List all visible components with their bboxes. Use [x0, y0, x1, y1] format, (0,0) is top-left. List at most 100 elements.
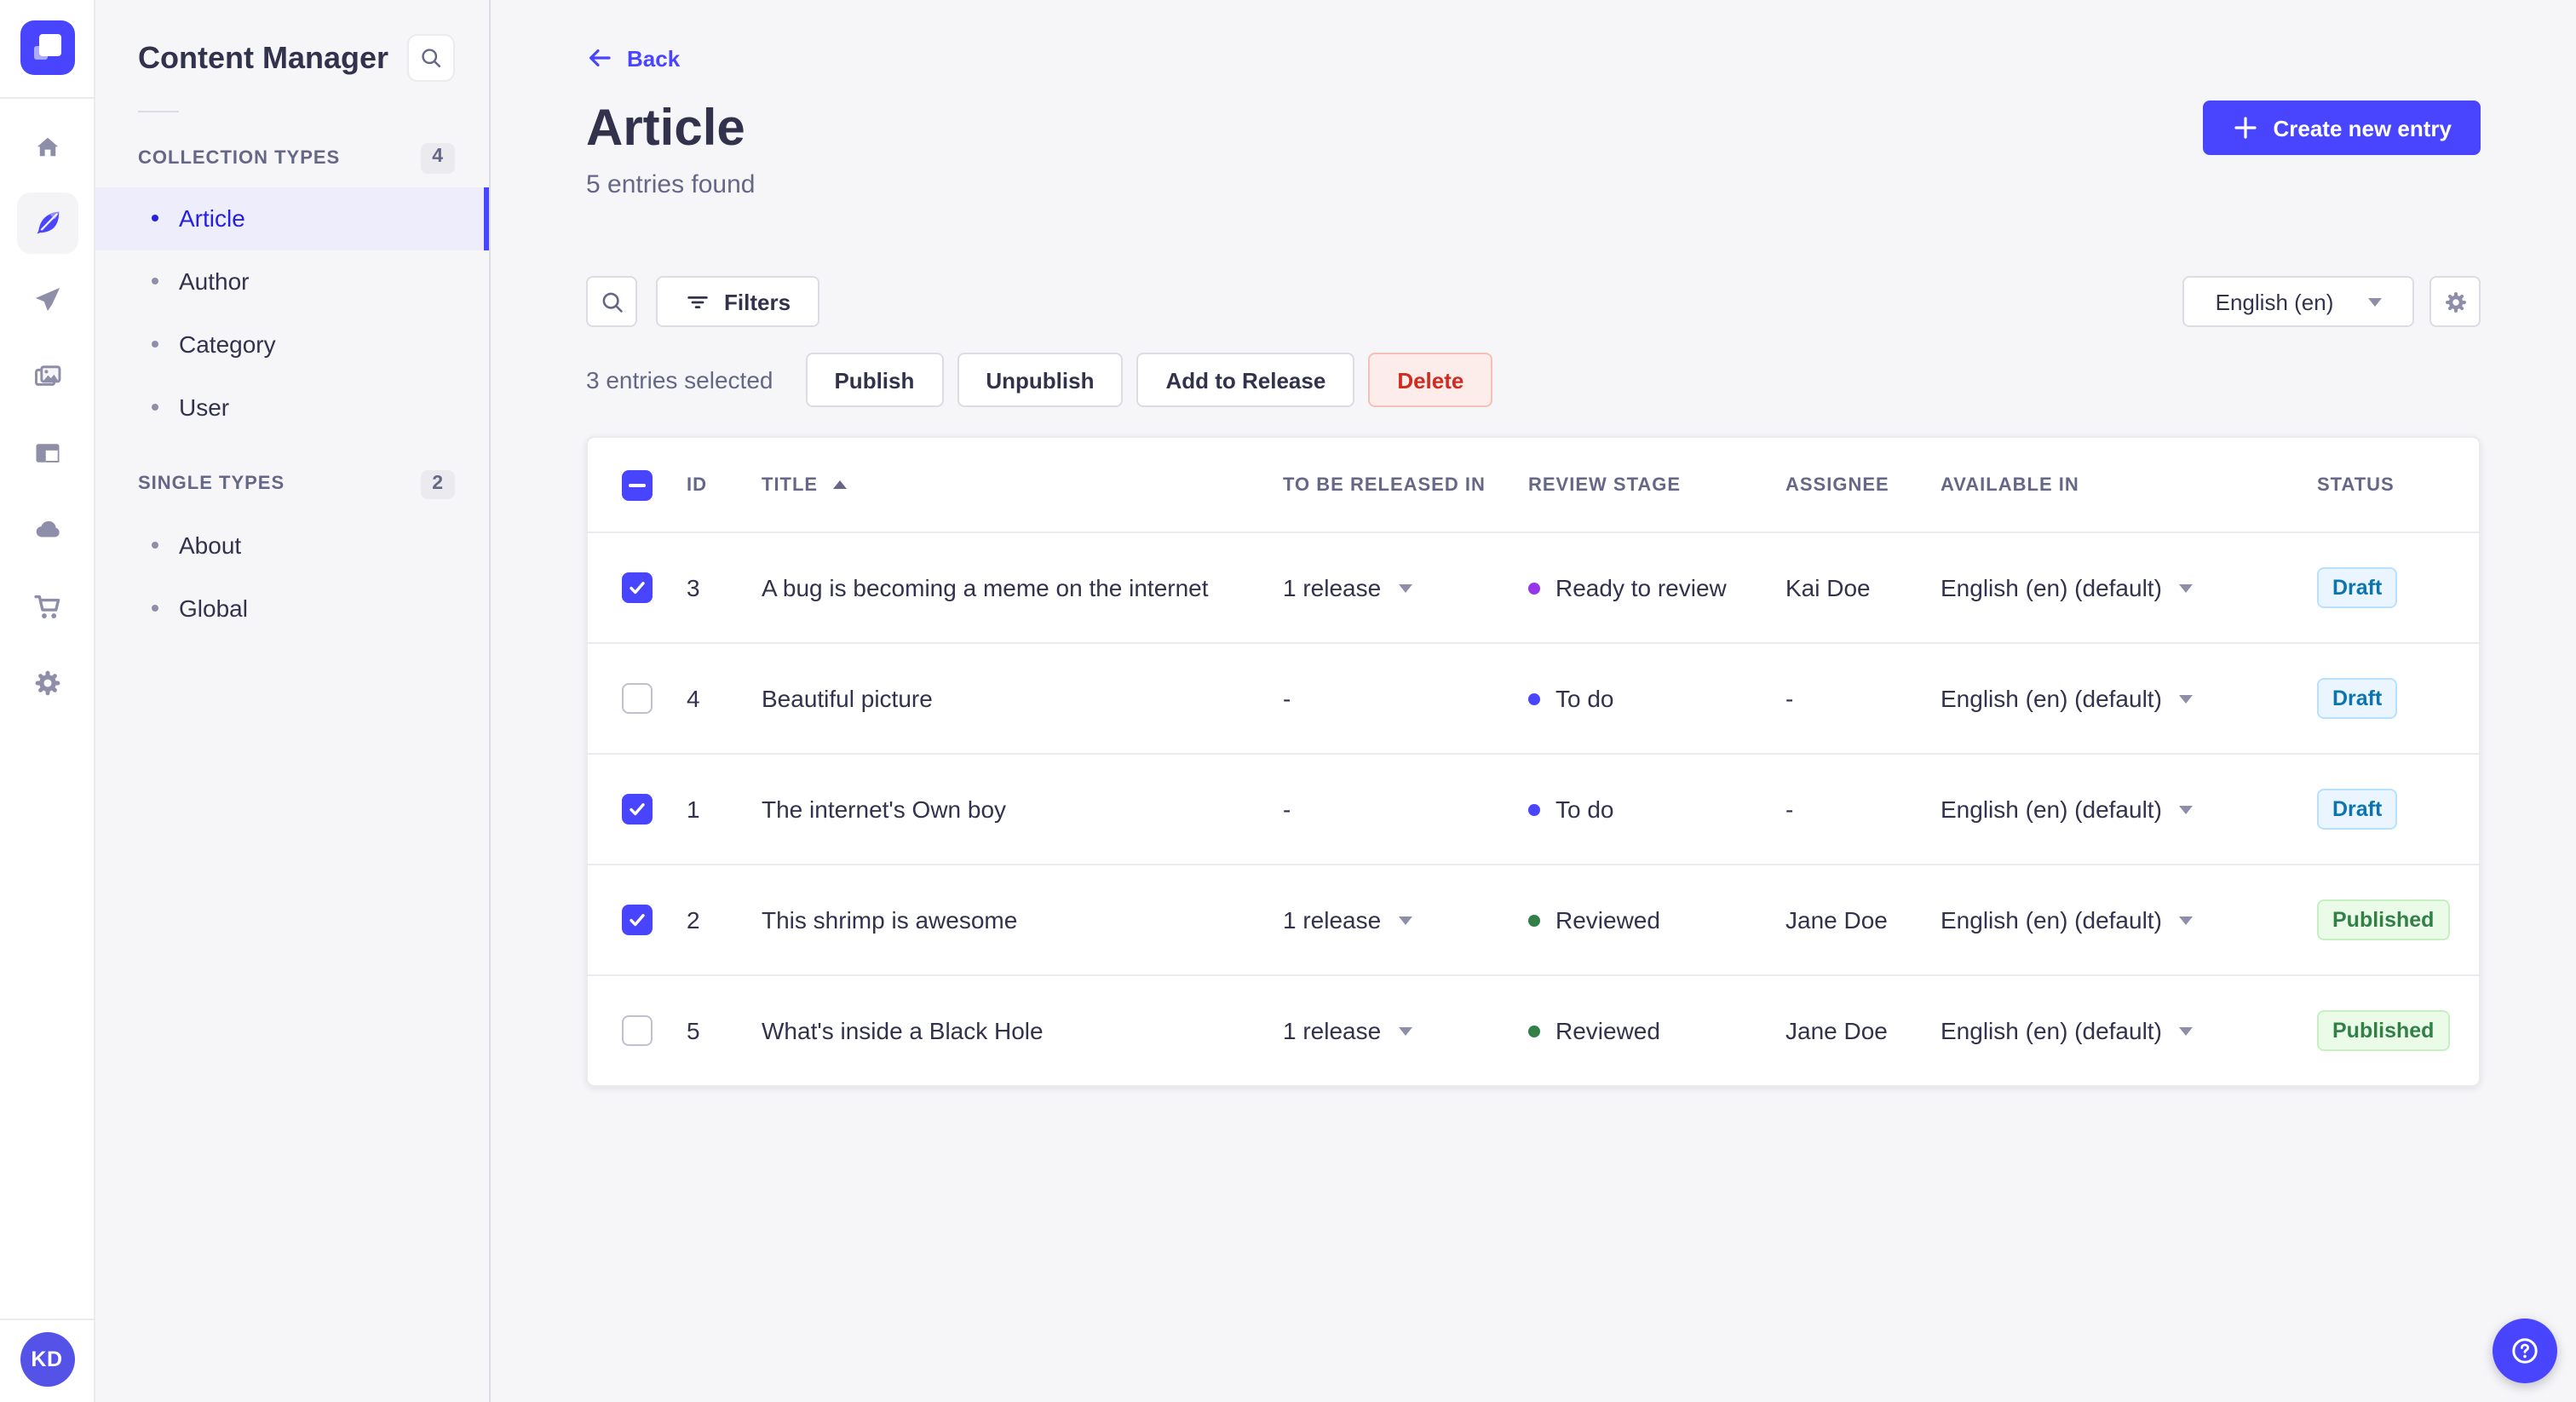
create-new-entry-button[interactable]: Create new entry — [2203, 101, 2481, 155]
publish-button[interactable]: Publish — [805, 353, 944, 407]
cell-status: Published — [2317, 899, 2479, 940]
cell-release[interactable]: 1 release — [1283, 906, 1528, 934]
active-indicator-bar — [484, 187, 489, 250]
table-row[interactable]: 5 What's inside a Black Hole 1 release R… — [588, 974, 2479, 1085]
row-checkbox[interactable] — [622, 1015, 653, 1046]
cell-available-in[interactable]: English (en) (default) — [1941, 906, 2317, 934]
chevron-down-icon — [2178, 583, 2193, 592]
content-type-builder-layout-icon[interactable] — [16, 422, 78, 484]
sidebar-item-global[interactable]: Global — [95, 576, 489, 639]
column-header-stage: REVIEW STAGE — [1528, 474, 1682, 495]
cell-available-in[interactable]: English (en) (default) — [1941, 796, 2317, 823]
chevron-down-icon — [1398, 916, 1412, 924]
releases-paper-plane-icon[interactable] — [16, 269, 78, 330]
selection-action-bar: 3 entries selected Publish Unpublish Add… — [586, 353, 2481, 407]
home-icon[interactable] — [16, 116, 78, 177]
filters-button[interactable]: Filters — [656, 276, 820, 327]
chevron-down-icon — [2178, 805, 2193, 813]
marketplace-cart-icon[interactable] — [16, 576, 78, 637]
cell-title: Beautiful picture — [762, 685, 933, 712]
select-all-checkbox[interactable] — [622, 469, 653, 500]
sidebar-item-about[interactable]: About — [95, 513, 489, 576]
collection-types-section: COLLECTION TYPES 4 Article Author Catego… — [95, 129, 489, 439]
sidebar-item-article[interactable]: Article — [95, 187, 489, 250]
table-row[interactable]: 4 Beautiful picture - To do - English (e… — [588, 642, 2479, 753]
stage-dot-icon — [1528, 803, 1540, 815]
help-button[interactable] — [2493, 1319, 2557, 1383]
plus-icon — [2234, 117, 2257, 139]
settings-gear-icon[interactable] — [16, 652, 78, 714]
cell-id: 2 — [687, 906, 700, 934]
sidebar-item-label: Author — [179, 267, 250, 295]
sidebar-item-author[interactable]: Author — [95, 250, 489, 313]
cell-release[interactable]: 1 release — [1283, 574, 1528, 601]
strapi-logo[interactable] — [20, 20, 74, 75]
status-badge: Draft — [2317, 789, 2398, 830]
table-row[interactable]: 1 The internet's Own boy - To do - Engli… — [588, 753, 2479, 864]
column-header-id[interactable]: ID — [687, 474, 762, 495]
section-label: COLLECTION TYPES — [138, 147, 341, 169]
bullet-icon — [152, 278, 158, 284]
chevron-down-icon — [2178, 694, 2193, 703]
cell-review-stage: Ready to review — [1528, 574, 1785, 601]
single-types-section: SINGLE TYPES 2 About Global — [95, 456, 489, 639]
cell-status: Draft — [2317, 678, 2479, 719]
cell-id: 1 — [687, 796, 700, 823]
section-label: SINGLE TYPES — [138, 474, 285, 495]
status-badge: Published — [2317, 1010, 2450, 1051]
cell-review-stage: To do — [1528, 685, 1785, 712]
cell-assignee: - — [1785, 796, 1794, 823]
cell-release[interactable]: 1 release — [1283, 1017, 1528, 1044]
row-checkbox[interactable] — [622, 683, 653, 714]
entries-table: ID TITLE TO BE RELEASED IN REVIEW STAGE … — [586, 436, 2481, 1087]
cell-status: Published — [2317, 1010, 2479, 1051]
cell-id: 3 — [687, 574, 700, 601]
column-header-title[interactable]: TITLE — [762, 474, 1283, 495]
delete-button[interactable]: Delete — [1368, 353, 1493, 407]
sidebar-item-user[interactable]: User — [95, 376, 489, 439]
chevron-down-icon — [2367, 297, 2382, 306]
table-row[interactable]: 2 This shrimp is awesome 1 release Revie… — [588, 864, 2479, 974]
unpublish-button[interactable]: Unpublish — [957, 353, 1124, 407]
cell-release: - — [1283, 796, 1291, 823]
cell-title: What's inside a Black Hole — [762, 1017, 1044, 1044]
add-to-release-button[interactable]: Add to Release — [1136, 353, 1355, 407]
row-checkbox[interactable] — [622, 794, 653, 825]
table-row[interactable]: 3 A bug is becoming a meme on the intern… — [588, 531, 2479, 642]
row-checkbox[interactable] — [622, 572, 653, 603]
page-title: Article — [586, 101, 745, 157]
cell-id: 4 — [687, 685, 700, 712]
check-icon — [630, 582, 645, 595]
cell-title: The internet's Own boy — [762, 796, 1007, 823]
cell-available-in[interactable]: English (en) (default) — [1941, 1017, 2317, 1044]
section-count-badge: 4 — [420, 143, 455, 173]
cell-status: Draft — [2317, 789, 2479, 830]
check-icon — [630, 914, 645, 927]
view-settings-button[interactable] — [2429, 276, 2481, 327]
status-badge: Published — [2317, 899, 2450, 940]
search-entries-button[interactable] — [586, 276, 637, 327]
cell-available-in[interactable]: English (en) (default) — [1941, 685, 2317, 712]
content-manager-feather-icon[interactable] — [16, 192, 78, 254]
status-badge: Draft — [2317, 567, 2398, 608]
table-header-row: ID TITLE TO BE RELEASED IN REVIEW STAGE … — [588, 438, 2479, 531]
cell-available-in[interactable]: English (en) (default) — [1941, 574, 2317, 601]
subnav-search-button[interactable] — [407, 34, 455, 82]
back-link[interactable]: Back — [586, 44, 680, 72]
column-header-status: STATUS — [2317, 474, 2395, 495]
subnav-title: Content Manager — [138, 40, 389, 74]
cloud-icon[interactable] — [16, 499, 78, 560]
cell-review-stage: Reviewed — [1528, 906, 1785, 934]
sidebar-item-category[interactable]: Category — [95, 313, 489, 376]
cell-review-stage: Reviewed — [1528, 1017, 1785, 1044]
column-header-release: TO BE RELEASED IN — [1283, 474, 1486, 495]
cell-assignee: Jane Doe — [1785, 1017, 1888, 1044]
sidebar-item-label: Article — [179, 204, 245, 232]
cell-assignee: - — [1785, 685, 1794, 712]
row-checkbox[interactable] — [622, 905, 653, 935]
locale-select[interactable]: English (en) — [2182, 276, 2414, 327]
media-library-pictures-icon[interactable] — [16, 346, 78, 407]
status-badge: Draft — [2317, 678, 2398, 719]
user-avatar[interactable]: KD — [20, 1332, 74, 1387]
cell-title: A bug is becoming a meme on the internet — [762, 574, 1209, 601]
